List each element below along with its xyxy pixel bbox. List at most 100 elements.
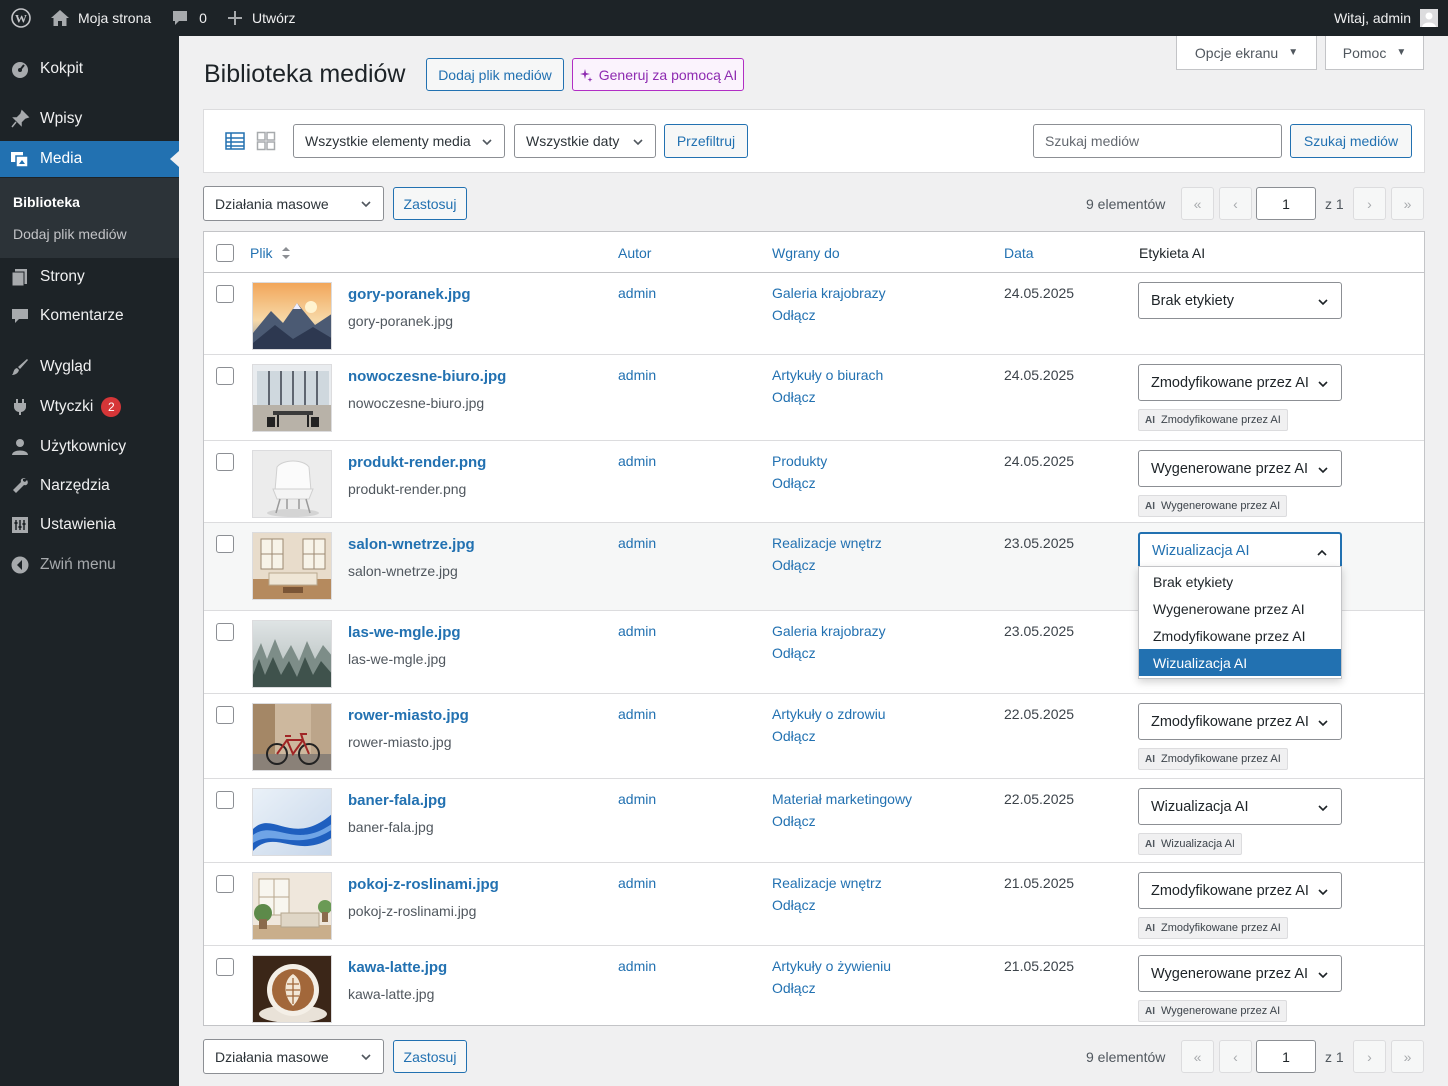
sidebar-item-plugins[interactable]: Wtyczki 2 [0, 389, 179, 425]
thumbnail-foggy-forest[interactable] [252, 620, 332, 688]
ai-label-select[interactable]: Wygenerowane przez AI [1138, 450, 1342, 487]
submenu-library[interactable]: Biblioteka [13, 194, 80, 210]
grid-view-icon[interactable] [256, 131, 276, 151]
search-button[interactable]: Szukaj mediów [1290, 124, 1412, 158]
row-checkbox[interactable] [216, 706, 234, 724]
ai-label-select[interactable]: Wygenerowane przez AI [1138, 955, 1342, 992]
apply-button[interactable]: Zastosuj [393, 187, 467, 220]
media-type-select[interactable]: Wszystkie elementy media [293, 124, 505, 158]
ai-label-select[interactable]: Wizualizacja AI [1138, 788, 1342, 825]
detach-link[interactable]: Odłącz [772, 645, 816, 661]
sidebar-item-settings[interactable]: Ustawienia [0, 507, 179, 543]
author-link[interactable]: admin [618, 958, 656, 974]
ai-label-select[interactable]: Zmodyfikowane przez AI [1138, 364, 1342, 401]
sidebar-item-comments[interactable]: Komentarze [0, 298, 179, 334]
row-checkbox[interactable] [216, 453, 234, 471]
thumbnail-wave-banner[interactable] [252, 788, 332, 856]
author-link[interactable]: admin [618, 285, 656, 301]
next-page-button[interactable]: › [1353, 187, 1386, 220]
detach-link[interactable]: Odłącz [772, 980, 816, 996]
generate-ai-button[interactable]: Generuj za pomocą AI [572, 58, 744, 91]
prev-page-button[interactable]: ‹ [1219, 187, 1252, 220]
column-uploaded-to[interactable]: Wgrany do [772, 245, 840, 261]
first-page-button[interactable]: « [1181, 187, 1214, 220]
apply-button-bottom[interactable]: Zastosuj [393, 1040, 467, 1073]
file-title-link[interactable]: nowoczesne-biuro.jpg [348, 368, 506, 385]
new-content-link[interactable]: Utwórz [227, 0, 296, 36]
detach-link[interactable]: Odłącz [772, 897, 816, 913]
column-author[interactable]: Autor [618, 245, 651, 261]
sidebar-item-dashboard[interactable]: Kokpit [0, 51, 179, 87]
row-checkbox[interactable] [216, 623, 234, 641]
site-name-link[interactable]: Moja strona [50, 0, 151, 36]
detach-link[interactable]: Odłącz [772, 475, 816, 491]
uploaded-to-link[interactable]: Materiał marketingowy [772, 791, 912, 807]
detach-link[interactable]: Odłącz [772, 307, 816, 323]
file-title-link[interactable]: baner-fala.jpg [348, 792, 446, 809]
file-title-link[interactable]: gory-poranek.jpg [348, 286, 471, 303]
sidebar-item-pages[interactable]: Strony [0, 259, 179, 295]
thumbnail-chair[interactable] [252, 450, 332, 518]
uploaded-to-link[interactable]: Artykuły o zdrowiu [772, 706, 886, 722]
file-title-link[interactable]: las-we-mgle.jpg [348, 624, 461, 641]
thumbnail-living-room[interactable] [252, 532, 332, 600]
row-checkbox[interactable] [216, 791, 234, 809]
file-title-link[interactable]: rower-miasto.jpg [348, 707, 469, 724]
bulk-actions-select-bottom[interactable]: Działania masowe [203, 1039, 384, 1074]
my-account-link[interactable]: Witaj, admin [1334, 0, 1438, 36]
author-link[interactable]: admin [618, 535, 656, 551]
ai-label-select[interactable]: Brak etykiety [1138, 282, 1342, 319]
detach-link[interactable]: Odłącz [772, 557, 816, 573]
author-link[interactable]: admin [618, 453, 656, 469]
current-page-input[interactable]: 1 [1256, 187, 1316, 220]
add-media-button[interactable]: Dodaj plik mediów [426, 58, 564, 91]
file-title-link[interactable]: kawa-latte.jpg [348, 959, 447, 976]
thumbnail-room-plants[interactable] [252, 872, 332, 940]
select-all-checkbox[interactable] [216, 244, 234, 262]
column-date[interactable]: Data [1004, 245, 1034, 261]
row-checkbox[interactable] [216, 875, 234, 893]
author-link[interactable]: admin [618, 791, 656, 807]
last-page-button[interactable]: » [1391, 187, 1424, 220]
uploaded-to-link[interactable]: Artykuły o żywieniu [772, 958, 891, 974]
uploaded-to-link[interactable]: Galeria krajobrazy [772, 285, 886, 301]
wordpress-logo-icon[interactable]: W [2, 0, 40, 36]
column-file[interactable]: Plik [250, 245, 291, 261]
dropdown-option[interactable]: Zmodyfikowane przez AI [1139, 622, 1341, 649]
author-link[interactable]: admin [618, 706, 656, 722]
detach-link[interactable]: Odłącz [772, 728, 816, 744]
file-title-link[interactable]: pokoj-z-roslinami.jpg [348, 876, 499, 893]
first-page-button[interactable]: « [1181, 1040, 1214, 1073]
thumbnail-bicycle[interactable] [252, 703, 332, 771]
bulk-actions-select[interactable]: Działania masowe [203, 186, 384, 221]
author-link[interactable]: admin [618, 367, 656, 383]
submenu-add-media[interactable]: Dodaj plik mediów [13, 226, 127, 242]
author-link[interactable]: admin [618, 875, 656, 891]
row-checkbox[interactable] [216, 367, 234, 385]
detach-link[interactable]: Odłącz [772, 389, 816, 405]
filter-button[interactable]: Przefiltruj [664, 124, 748, 158]
comments-link[interactable]: 0 [171, 0, 207, 36]
last-page-button[interactable]: » [1391, 1040, 1424, 1073]
ai-label-select[interactable]: Zmodyfikowane przez AI [1138, 872, 1342, 909]
uploaded-to-link[interactable]: Galeria krajobrazy [772, 623, 886, 639]
file-title-link[interactable]: produkt-render.png [348, 454, 486, 471]
row-checkbox[interactable] [216, 285, 234, 303]
row-checkbox[interactable] [216, 535, 234, 553]
dropdown-option[interactable]: Brak etykiety [1139, 568, 1341, 595]
thumbnail-mountains[interactable] [252, 282, 332, 350]
uploaded-to-link[interactable]: Artykuły o biurach [772, 367, 883, 383]
author-link[interactable]: admin [618, 623, 656, 639]
sidebar-item-tools[interactable]: Narzędzia [0, 468, 179, 504]
ai-label-select-open[interactable]: Wizualizacja AI [1138, 532, 1342, 569]
screen-options-button[interactable]: Opcje ekranu ▼ [1176, 36, 1317, 70]
ai-label-select[interactable]: Zmodyfikowane przez AI [1138, 703, 1342, 740]
prev-page-button[interactable]: ‹ [1219, 1040, 1252, 1073]
uploaded-to-link[interactable]: Realizacje wnętrz [772, 535, 882, 551]
detach-link[interactable]: Odłącz [772, 813, 816, 829]
collapse-menu-button[interactable]: Zwiń menu [0, 547, 179, 583]
uploaded-to-link[interactable]: Realizacje wnętrz [772, 875, 882, 891]
sidebar-item-posts[interactable]: Wpisy [0, 101, 179, 137]
list-view-icon[interactable] [225, 131, 245, 151]
sidebar-item-appearance[interactable]: Wygląd [0, 349, 179, 385]
